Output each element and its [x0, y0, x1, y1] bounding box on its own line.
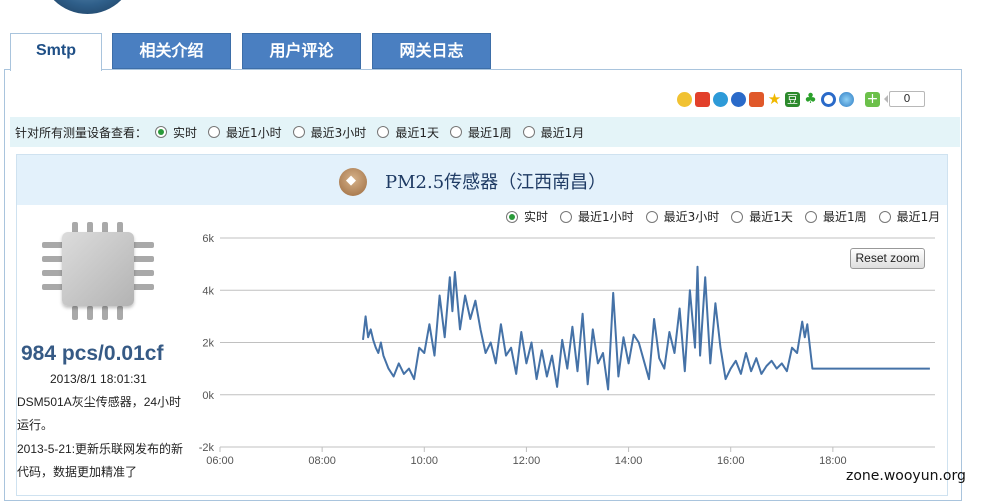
filter-last-1-week[interactable]: 最近1周 [449, 124, 512, 141]
radio-icon [878, 210, 891, 223]
star-icon[interactable]: ★ [767, 91, 782, 107]
globe-icon[interactable] [839, 91, 854, 107]
qq-icon[interactable] [821, 91, 836, 107]
tab-smtp[interactable]: Smtp [10, 33, 102, 71]
douban-icon[interactable]: 豆 [785, 91, 800, 107]
y-tick-label: 2k [202, 338, 214, 350]
renren-icon[interactable] [731, 91, 746, 107]
sensor-description: DSM501A灰尘传感器，24小时运行。 [17, 395, 182, 432]
add-icon[interactable]: + [865, 91, 880, 107]
filter-label: 针对所有测量设备查看： [15, 125, 148, 140]
kaixin-icon[interactable] [749, 91, 764, 107]
range-realtime[interactable]: 实时 [506, 208, 548, 225]
filter-last-1-hour[interactable]: 最近1小时 [208, 124, 282, 141]
y-tick-label: -2k [199, 442, 215, 454]
filter-last-1-day[interactable]: 最近1天 [377, 124, 439, 141]
range-last-1-day[interactable]: 最近1天 [731, 208, 793, 225]
radio-selected-icon [155, 126, 168, 138]
range-last-1-hour[interactable]: 最近1小时 [560, 208, 634, 225]
panel-header: PM2.5传感器（江西南昌） [17, 155, 947, 205]
radio-icon [645, 210, 658, 223]
filter-last-3-hours[interactable]: 最近3小时 [292, 124, 366, 141]
x-tick-label: 14:00 [615, 455, 643, 467]
reset-zoom-button[interactable]: Reset zoom [850, 248, 925, 269]
pengyou-icon[interactable] [713, 91, 728, 107]
x-tick-label: 08:00 [308, 455, 336, 467]
watermark: zone.wooyun.org [846, 468, 966, 484]
y-tick-label: 4k [202, 285, 214, 297]
radio-icon [292, 126, 305, 138]
y-tick-label: 0k [202, 390, 214, 402]
share-bar: ★ 豆 ♣ + 0 [677, 91, 925, 107]
x-tick-label: 10:00 [411, 455, 439, 467]
radio-icon [560, 210, 573, 223]
filter-realtime[interactable]: 实时 [155, 124, 197, 141]
tab-user-comments[interactable]: 用户评论 [242, 33, 361, 69]
x-tick-label: 12:00 [513, 455, 541, 467]
tab-gateway-log[interactable]: 网关日志 [372, 33, 491, 69]
filter-last-1-month[interactable]: 最近1月 [522, 124, 584, 141]
logo-globe [40, 0, 135, 14]
tab-intro[interactable]: 相关介绍 [112, 33, 231, 69]
chip-icon [42, 222, 154, 322]
chart-range-selector: 实时 最近1小时 最近3小时 最近1天 最近1周 最近1月 [506, 208, 952, 225]
update-note: 2013-5-21:更新乐联网发布的新代码，数据更加精准了 [17, 442, 184, 479]
radio-selected-icon [506, 210, 518, 223]
x-tick-label: 06:00 [206, 455, 234, 467]
x-tick-label: 16:00 [717, 455, 745, 467]
range-last-3-hours[interactable]: 最近3小时 [645, 208, 719, 225]
x-tick-label: 18:00 [819, 455, 847, 467]
pm25-line-chart[interactable]: 6k 4k 2k 0k -2k06:00 08:00 10:00 12:00 14:00 16:0… [190, 225, 950, 470]
qzone-icon[interactable] [677, 91, 692, 107]
clover-icon[interactable]: ♣ [803, 91, 818, 107]
range-last-1-month[interactable]: 最近1月 [878, 208, 940, 225]
radio-icon [208, 126, 221, 138]
device-filter-bar: 针对所有测量设备查看： 实时 最近1小时 最近3小时 最近1天 最近1周 最近1… [10, 117, 960, 147]
y-tick-label: 6k [202, 233, 214, 245]
radio-icon [522, 126, 535, 138]
radio-icon [377, 126, 390, 138]
series-line [362, 265, 930, 391]
current-reading: 984 pcs/0.01cf [21, 342, 164, 365]
range-last-1-week[interactable]: 最近1周 [804, 208, 867, 225]
reading-timestamp: 2013/8/1 18:01:31 [50, 372, 147, 386]
radio-icon [449, 126, 462, 138]
panel-title: PM2.5传感器（江西南昌） [385, 172, 607, 193]
share-count: 0 [884, 91, 925, 107]
radio-icon [731, 210, 744, 223]
weibo-icon[interactable] [695, 91, 710, 107]
sensor-logo-icon [339, 168, 367, 196]
radio-icon [804, 210, 817, 223]
